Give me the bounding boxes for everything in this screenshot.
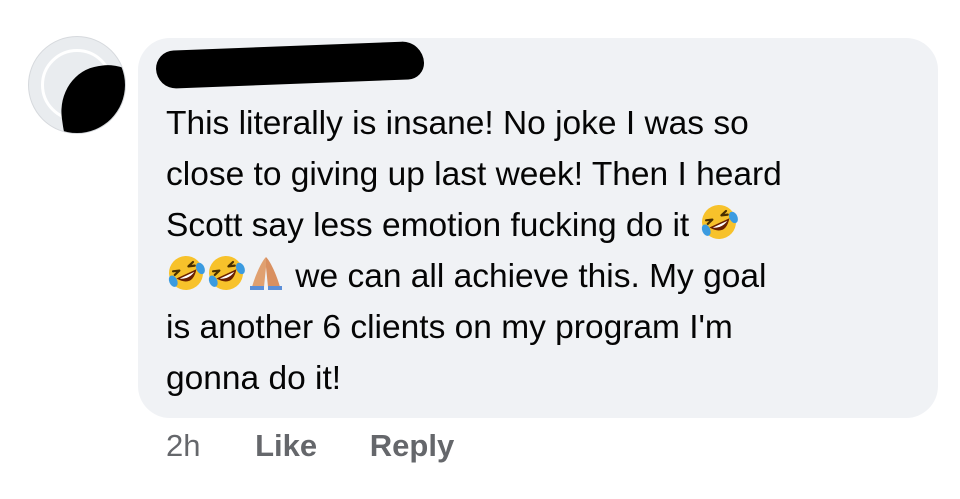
rolling-on-floor-laughing-icon <box>208 256 245 290</box>
comment-line: is another 6 clients on my program I'm <box>166 302 926 353</box>
timestamp[interactable]: 2h <box>166 428 200 463</box>
comment-line-text: gonna do it! <box>166 360 342 397</box>
comment-line-text: Scott say less emotion fucking do it <box>166 207 699 244</box>
comment-line: gonna do it! <box>166 353 926 404</box>
comment-line-text: This literally is insane! No joke I was … <box>166 105 749 142</box>
comment-actions: 2h Like Reply <box>166 428 498 464</box>
comment-line: close to giving up last week! Then I hea… <box>166 149 926 200</box>
rolling-on-floor-laughing-icon <box>168 256 205 290</box>
comment-line: This literally is insane! No joke I was … <box>166 98 926 149</box>
comment-line: we can all achieve this. My goal <box>166 251 926 302</box>
folded-hands-icon <box>250 257 282 290</box>
comment-line-text: we can all achieve this. My goal <box>286 258 767 295</box>
comment-line: Scott say less emotion fucking do it <box>166 200 926 251</box>
comment-line-text: close to giving up last week! Then I hea… <box>166 156 782 193</box>
like-button[interactable]: Like <box>255 428 317 463</box>
rolling-on-floor-laughing-icon <box>701 205 738 239</box>
avatar[interactable] <box>28 36 126 134</box>
comment-text: This literally is insane! No joke I was … <box>166 98 926 404</box>
comment-line-text: is another 6 clients on my program I'm <box>166 309 733 346</box>
comment: This literally is insane! No joke I was … <box>0 0 960 499</box>
reply-button[interactable]: Reply <box>370 428 454 463</box>
